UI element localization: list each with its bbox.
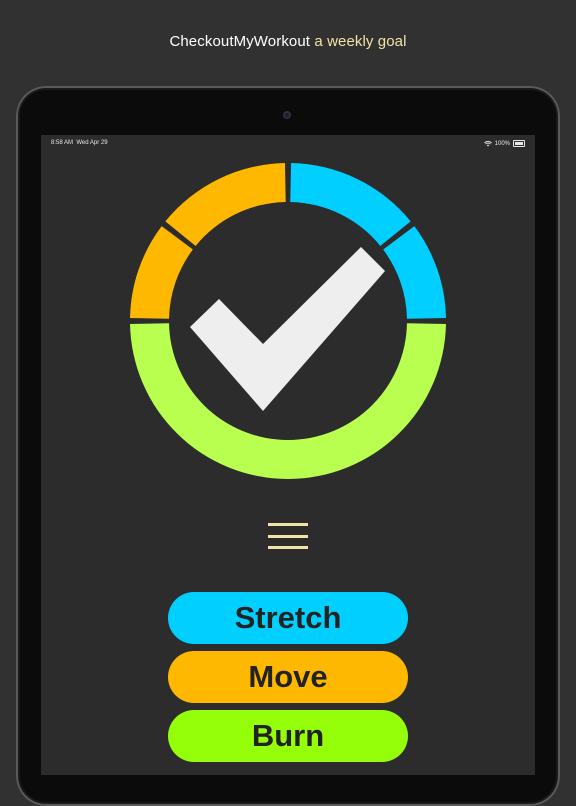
burn-button[interactable]: Burn [168, 710, 408, 762]
burn-button-label: Burn [251, 718, 325, 753]
app-screen: 8:58 AM Wed Apr 29 100% Stretch Move Bur… [41, 135, 535, 775]
weekly-goal-ring [130, 163, 446, 480]
stretch-button[interactable]: Stretch [168, 592, 408, 644]
hamburger-menu-icon[interactable] [268, 523, 308, 549]
menu-line [268, 534, 308, 538]
menu-line [268, 523, 308, 526]
caption-tagline: a weekly goal [314, 33, 407, 50]
move-button-label: Move [248, 659, 328, 694]
caption: CheckoutMyWorkout a weekly goal [0, 33, 576, 50]
move-segment-1 [130, 226, 193, 319]
caption-app-name: CheckoutMyWorkout [169, 33, 311, 50]
stretch-segment-2 [383, 226, 446, 319]
stretch-button-label: Stretch [234, 600, 342, 635]
menu-line [268, 546, 308, 549]
checkmark-icon [190, 247, 385, 411]
camera-icon [283, 111, 291, 119]
stretch-segment-1 [290, 163, 411, 246]
move-segment-2 [165, 163, 286, 246]
move-button[interactable]: Move [168, 651, 408, 703]
